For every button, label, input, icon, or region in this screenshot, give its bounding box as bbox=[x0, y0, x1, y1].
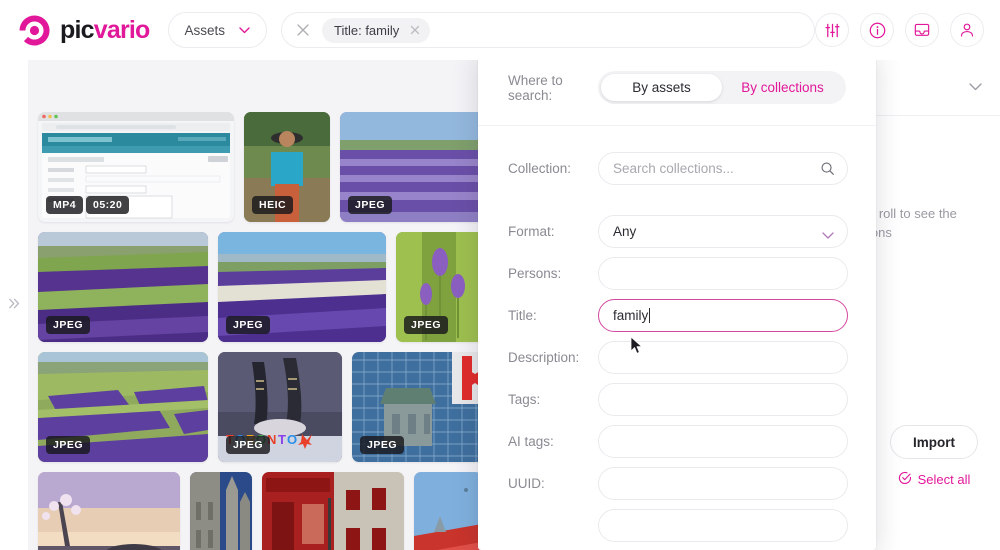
close-icon[interactable] bbox=[294, 21, 312, 39]
collection-label: Collection: bbox=[508, 160, 572, 176]
asset-tile-lavender-aerial-2[interactable]: JPEG bbox=[38, 352, 208, 462]
asset-tile-lavender-field-wide[interactable]: JPEG bbox=[218, 232, 386, 342]
chevron-down-icon[interactable] bbox=[969, 78, 982, 96]
picvario-circle-logo-icon bbox=[18, 14, 51, 47]
persons-field[interactable] bbox=[598, 256, 848, 290]
where-to-search-label: Where to search: bbox=[508, 72, 563, 103]
format-badge: JPEG bbox=[404, 315, 449, 334]
mouse-cursor bbox=[630, 336, 643, 360]
title-row: Title: family bbox=[478, 294, 876, 336]
right-panel-header bbox=[868, 60, 1000, 116]
right-info-panel: e roll to see the ions Import Select all bbox=[868, 60, 1000, 550]
chevron-down-icon bbox=[239, 21, 250, 39]
text-caret bbox=[649, 307, 651, 323]
collection-field[interactable]: Search collections... bbox=[598, 151, 848, 185]
import-button[interactable]: Import bbox=[890, 425, 978, 459]
collection-placeholder: Search collections... bbox=[613, 160, 734, 176]
where-to-search-toggle: By assets By collections bbox=[598, 71, 846, 104]
format-badge: JPEG bbox=[360, 435, 405, 454]
title-field[interactable]: family bbox=[598, 298, 848, 332]
ai-tags-row: AI tags: bbox=[478, 420, 876, 462]
svg-text:T: T bbox=[278, 432, 286, 447]
format-value: Any bbox=[613, 223, 637, 239]
thumbnail-art bbox=[190, 472, 252, 550]
brand-wordmark: picvario bbox=[60, 15, 151, 44]
right-panel-hint: e roll to see the ions bbox=[868, 206, 957, 240]
thumbnail-art bbox=[38, 472, 180, 550]
asset-tile-glass-facade[interactable]: JPEG bbox=[352, 352, 488, 462]
uuid-field[interactable] bbox=[598, 466, 848, 500]
description-row: Description: bbox=[478, 336, 876, 378]
chevron-down-icon bbox=[822, 227, 834, 242]
tags-row: Tags: bbox=[478, 378, 876, 420]
asset-tile-toronto-city-hall[interactable]: TO RO NT O JPEG bbox=[218, 352, 342, 462]
asset-tile-red-storefront[interactable] bbox=[262, 472, 404, 550]
toggle-by-assets[interactable]: By assets bbox=[601, 74, 722, 101]
thumbnail-art bbox=[262, 472, 404, 550]
next-field-row-partial bbox=[478, 504, 876, 546]
persons-label: Persons: bbox=[508, 265, 562, 281]
title-value: family bbox=[613, 307, 649, 323]
select-all-button[interactable]: Select all bbox=[898, 471, 971, 488]
format-badge: JPEG bbox=[46, 315, 91, 334]
format-label: Format: bbox=[508, 223, 555, 239]
format-badge: JPEG bbox=[226, 435, 271, 454]
format-badge: JPEG bbox=[46, 435, 91, 454]
description-label: Description: bbox=[508, 349, 580, 365]
format-badge: JPEG bbox=[226, 315, 271, 334]
asset-tile-lavender-aerial-1[interactable]: JPEG bbox=[38, 232, 208, 342]
svg-text:O: O bbox=[287, 432, 297, 447]
next-field[interactable] bbox=[598, 508, 848, 542]
advanced-search-panel: Where to search: By assets By collection… bbox=[478, 50, 876, 550]
left-rail bbox=[0, 60, 28, 550]
asset-tile-cathedral[interactable] bbox=[190, 472, 252, 550]
header-actions bbox=[815, 13, 984, 47]
format-field[interactable]: Any bbox=[598, 214, 848, 248]
asset-tile-sunset-blossom[interactable] bbox=[38, 472, 180, 550]
assets-scope-selector[interactable]: Assets bbox=[167, 12, 268, 48]
assets-scope-label: Assets bbox=[184, 22, 226, 38]
account-button[interactable] bbox=[950, 13, 984, 47]
uuid-label: UUID: bbox=[508, 475, 545, 491]
inbox-button[interactable] bbox=[905, 13, 939, 47]
asset-tile-screenshot-video[interactable]: MP4 05:20 bbox=[38, 112, 234, 222]
brand-name-part1: pic bbox=[60, 15, 95, 44]
format-badge: JPEG bbox=[348, 195, 393, 214]
tags-label: Tags: bbox=[508, 391, 541, 407]
persons-row: Persons: bbox=[478, 252, 876, 294]
asset-tile-lavender-rows[interactable]: JPEG bbox=[340, 112, 492, 222]
title-label: Title: bbox=[508, 307, 537, 323]
search-bar[interactable]: Title: family bbox=[281, 12, 815, 48]
picvario-app: picvario Assets Title: family MP4 05:20 … bbox=[0, 0, 1000, 550]
toggle-by-collections[interactable]: By collections bbox=[722, 74, 843, 101]
check-circle-icon bbox=[898, 471, 912, 488]
duration-badge: 05:20 bbox=[86, 195, 130, 214]
info-button[interactable] bbox=[860, 13, 894, 47]
format-row: Format: Any bbox=[478, 210, 876, 252]
thumbnail-art bbox=[414, 472, 482, 550]
right-panel-actions: Import Select all bbox=[868, 425, 1000, 488]
search-filter-chip[interactable]: Title: family bbox=[322, 17, 431, 43]
asset-tile-lavender-macro[interactable]: JPEG bbox=[396, 232, 484, 342]
where-to-search-row: Where to search: By assets By collection… bbox=[478, 50, 876, 126]
select-all-label: Select all bbox=[917, 472, 971, 487]
search-icon bbox=[820, 161, 835, 179]
ai-tags-label: AI tags: bbox=[508, 433, 554, 449]
close-icon[interactable] bbox=[408, 23, 422, 37]
format-badge: HEIC bbox=[252, 195, 294, 214]
ai-tags-field[interactable] bbox=[598, 424, 848, 458]
uuid-row: UUID: bbox=[478, 462, 876, 504]
format-badge: MP4 bbox=[46, 195, 84, 214]
search-filter-chip-label: Title: family bbox=[334, 22, 400, 38]
asset-tile-red-roof[interactable] bbox=[414, 472, 482, 550]
brand-logo[interactable]: picvario bbox=[18, 14, 150, 47]
chevrons-right-icon[interactable] bbox=[7, 296, 22, 314]
app-header: picvario Assets Title: family bbox=[0, 0, 1000, 60]
asset-tile-person-hat[interactable]: HEIC bbox=[244, 112, 330, 222]
tags-field[interactable] bbox=[598, 382, 848, 416]
filters-button[interactable] bbox=[815, 13, 849, 47]
collection-row: Collection: Search collections... bbox=[478, 140, 876, 196]
brand-name-part2: vario bbox=[93, 15, 151, 44]
